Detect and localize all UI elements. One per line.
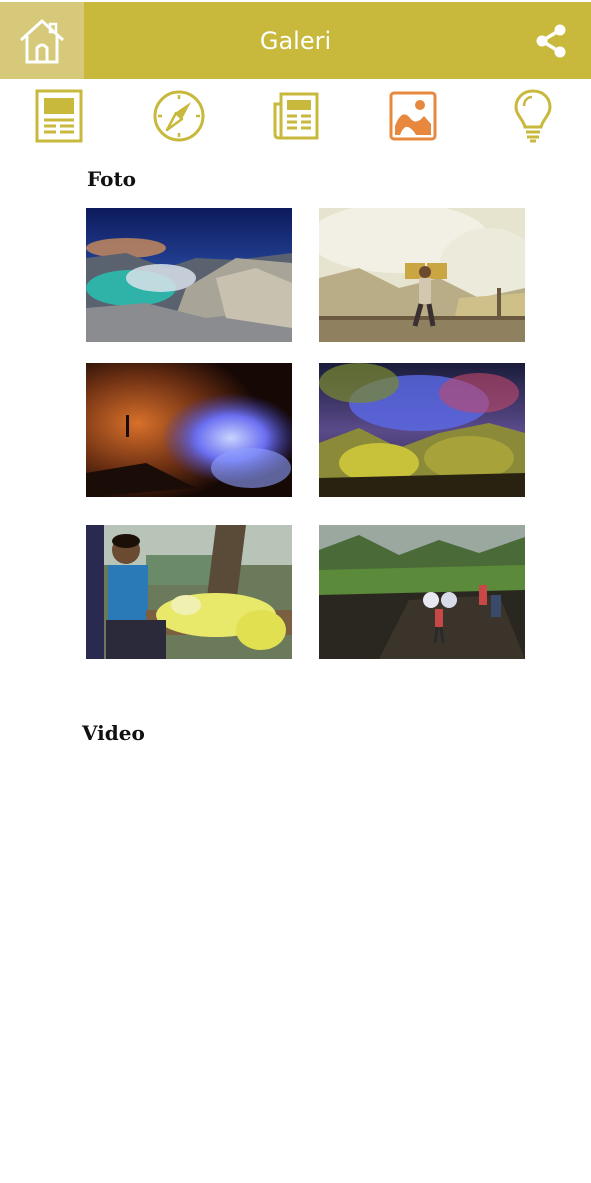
sulfur-miner-photo bbox=[319, 208, 525, 342]
photo-thumbnail[interactable] bbox=[86, 363, 292, 497]
nav-item-ideas[interactable] bbox=[503, 86, 563, 146]
lightbulb-icon bbox=[514, 89, 552, 143]
nav-item-compass[interactable] bbox=[149, 86, 209, 146]
gallery-icon bbox=[389, 91, 437, 141]
newspaper-icon bbox=[273, 92, 319, 140]
video-section-title: Video bbox=[82, 721, 145, 745]
nav-item-gallery[interactable] bbox=[383, 86, 443, 146]
crater-lake-photo bbox=[86, 208, 292, 342]
nav-item-article[interactable] bbox=[29, 86, 89, 146]
blue-fire-cave-photo bbox=[86, 363, 292, 497]
miners-forest-trail-photo bbox=[319, 525, 525, 659]
nav-bar bbox=[0, 86, 591, 146]
home-icon bbox=[19, 19, 65, 63]
blue-fire-crater-photo bbox=[319, 363, 525, 497]
nav-item-newspaper[interactable] bbox=[266, 86, 326, 146]
photo-thumbnail[interactable] bbox=[319, 525, 525, 659]
page-title: Galeri bbox=[259, 26, 332, 55]
share-button[interactable] bbox=[533, 22, 569, 60]
photo-thumbnail[interactable] bbox=[319, 208, 525, 342]
compass-icon bbox=[153, 90, 205, 142]
article-icon bbox=[35, 89, 83, 143]
app-header: Galeri bbox=[0, 2, 591, 79]
photo-thumbnail[interactable] bbox=[86, 525, 292, 659]
boy-selling-sulfur-photo bbox=[86, 525, 292, 659]
photo-thumbnail[interactable] bbox=[319, 363, 525, 497]
home-button[interactable] bbox=[0, 2, 84, 79]
photo-thumbnail[interactable] bbox=[86, 208, 292, 342]
share-icon bbox=[536, 24, 566, 58]
photo-section-title: Foto bbox=[87, 167, 137, 191]
